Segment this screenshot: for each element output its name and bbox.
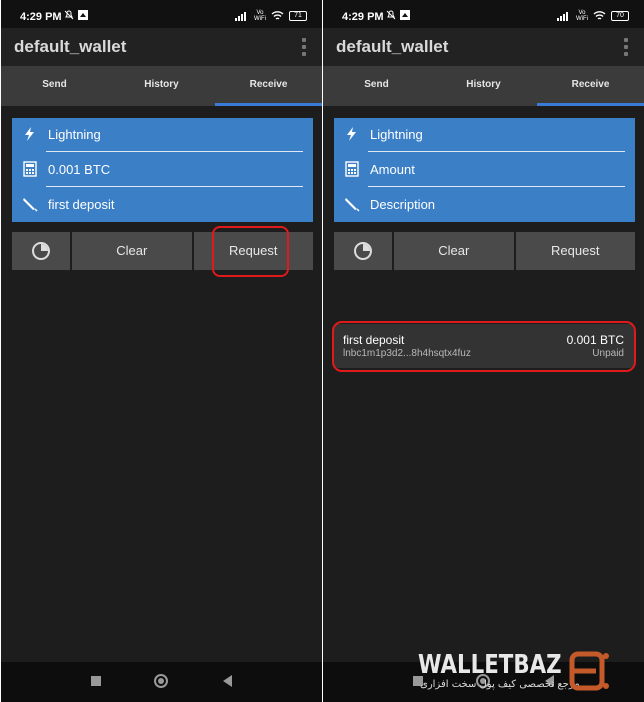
tab-receive[interactable]: Receive <box>215 66 322 106</box>
watermark-brand: WALLETBAZ <box>418 650 562 680</box>
pen-icon <box>344 196 360 212</box>
request-highlight <box>212 226 289 277</box>
wifi-icon <box>271 11 284 20</box>
notification-icons <box>64 10 88 20</box>
pie-chart-icon <box>354 242 372 260</box>
toggle-chart-button[interactable] <box>334 232 392 270</box>
status-right-icons: Vo WiFi 71 <box>235 10 307 22</box>
mute-bell-icon <box>64 10 74 20</box>
divider <box>46 151 303 152</box>
tab-send[interactable]: Send <box>323 66 430 106</box>
wifi-icon <box>593 11 606 20</box>
recents-button[interactable] <box>91 676 101 686</box>
receive-form: Lightning 0.001 BTC first deposit <box>12 118 313 222</box>
request-button[interactable]: Request <box>515 232 635 270</box>
navigation-bar <box>1 662 322 702</box>
mute-bell-icon <box>386 10 396 20</box>
app-bar: default_wallet <box>323 28 644 66</box>
tab-send[interactable]: Send <box>1 66 108 106</box>
watermark-tagline: مرجع تخصصی کیف پول سخت افزاری <box>420 679 580 690</box>
menu-dots-icon[interactable] <box>302 38 308 56</box>
app-bar: default_wallet <box>1 28 322 66</box>
battery-indicator: 71 <box>289 11 307 21</box>
status-time: 4:29 PM <box>20 11 62 23</box>
app-notification-icon <box>78 10 88 20</box>
status-bar: 4:29 PM Vo WiFi 70 <box>323 0 644 28</box>
lightning-icon <box>344 126 360 142</box>
status-time: 4:29 PM <box>342 11 384 23</box>
notification-icons <box>386 10 410 20</box>
back-button[interactable] <box>223 675 232 687</box>
status-right-icons: Vo WiFi 70 <box>557 10 629 22</box>
invoice-type-value: Lightning <box>48 127 101 142</box>
menu-dots-icon[interactable] <box>624 38 630 56</box>
divider <box>46 186 303 187</box>
request-item-highlight <box>332 321 636 372</box>
wallet-title: default_wallet <box>14 37 127 56</box>
vowifi-label: Vo WiFi <box>576 10 588 22</box>
invoice-type-field[interactable]: Lightning <box>12 118 313 152</box>
tab-receive[interactable]: Receive <box>537 66 644 106</box>
action-buttons: Clear Request <box>334 232 635 270</box>
watermark: WALLETBAZ مرجع تخصصی کیف پول سخت افزاری <box>418 648 632 698</box>
tab-bar: Send History Receive <box>1 66 322 106</box>
pie-chart-icon <box>32 242 50 260</box>
description-field[interactable]: Description <box>334 188 635 222</box>
receive-form: Lightning Amount Description <box>334 118 635 222</box>
signal-icon <box>557 11 568 21</box>
calculator-icon <box>344 161 360 177</box>
amount-field[interactable]: Amount <box>334 153 635 187</box>
phone-screen-left: 4:29 PM Vo WiFi 71 default_wallet Send H… <box>1 0 322 702</box>
app-notification-icon <box>400 10 410 20</box>
signal-icon <box>235 11 246 21</box>
lightning-icon <box>22 126 38 142</box>
toggle-chart-button[interactable] <box>12 232 70 270</box>
amount-value: 0.001 BTC <box>48 162 111 177</box>
battery-indicator: 70 <box>611 11 629 21</box>
description-value: first deposit <box>48 197 115 212</box>
home-button[interactable] <box>154 674 168 688</box>
description-placeholder: Description <box>370 197 436 212</box>
tab-history[interactable]: History <box>108 66 215 106</box>
wallet-title: default_wallet <box>336 37 449 56</box>
divider <box>368 151 625 152</box>
pen-icon <box>22 196 38 212</box>
amount-field[interactable]: 0.001 BTC <box>12 153 313 187</box>
invoice-type-value: Lightning <box>370 127 423 142</box>
tab-bar: Send History Receive <box>323 66 644 106</box>
invoice-type-field[interactable]: Lightning <box>334 118 635 152</box>
clear-button[interactable]: Clear <box>394 232 514 270</box>
walletbaz-logo-icon <box>569 651 609 691</box>
divider <box>368 186 625 187</box>
calculator-icon <box>22 161 38 177</box>
tab-history[interactable]: History <box>430 66 537 106</box>
status-bar: 4:29 PM Vo WiFi 71 <box>1 0 322 28</box>
amount-placeholder: Amount <box>370 162 415 177</box>
vowifi-label: Vo WiFi <box>254 10 266 22</box>
clear-button[interactable]: Clear <box>72 232 192 270</box>
description-field[interactable]: first deposit <box>12 188 313 222</box>
